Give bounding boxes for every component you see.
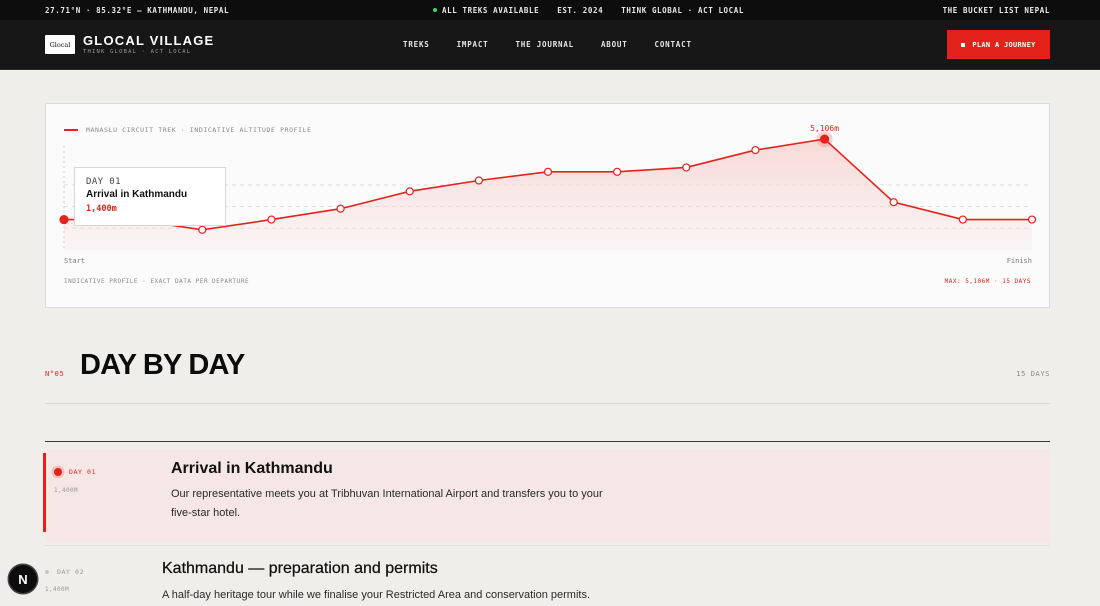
- chart-legend: MANASLU CIRCUIT TREK · INDICATIVE ALTITU…: [64, 126, 312, 134]
- chart-tooltip: DAY 01 Arrival in Kathmandu 1,400m: [74, 167, 226, 226]
- day-row-02[interactable]: DAY 02 1,400M Kathmandu — preparation an…: [45, 545, 1050, 606]
- motto-text: THINK GLOBAL · ACT LOCAL: [621, 6, 745, 15]
- day-description: A half-day heritage tour while we finali…: [162, 589, 590, 601]
- inactive-dot-icon: [45, 570, 49, 574]
- fab-label: N: [18, 571, 28, 587]
- status-dot-icon: [433, 8, 437, 12]
- day-row-01[interactable]: DAY 01 1,400M Arrival in Kathmandu Our r…: [43, 449, 1050, 542]
- chart-footnote: INDICATIVE PROFILE · EXACT DATA PER DEPA…: [64, 278, 250, 285]
- main-navigation: Glocal GLOCAL VILLAGE THINK GLOBAL · ACT…: [0, 20, 1100, 70]
- data-point: [198, 225, 207, 234]
- day-title: Kathmandu — preparation and permits: [162, 560, 438, 577]
- divider: [45, 403, 1050, 404]
- tooltip-day: DAY 01: [86, 177, 121, 187]
- selected-point: [59, 214, 69, 225]
- data-point: [405, 187, 414, 196]
- x-start-label: Start: [64, 257, 85, 265]
- section-number: N°05: [45, 370, 65, 378]
- peak-point: [819, 134, 830, 144]
- day-label: DAY 02: [45, 568, 84, 576]
- nav-link-contact[interactable]: CONTACT: [655, 40, 692, 49]
- day-number: DAY 02: [57, 568, 85, 576]
- day-altitude: 1,400M: [45, 586, 70, 593]
- data-point: [958, 215, 967, 224]
- data-point: [682, 163, 691, 172]
- data-point: [336, 204, 345, 213]
- data-point: [543, 167, 553, 176]
- day-title: Arrival in Kathmandu: [171, 460, 333, 477]
- day-number: DAY 01: [69, 468, 97, 476]
- nav-link-about[interactable]: ABOUT: [601, 40, 628, 49]
- chart-summary: MAX: 5,106M · 15 DAYS: [944, 278, 1031, 285]
- x-end-label: Finish: [1007, 257, 1032, 265]
- day-label: DAY 01: [54, 468, 96, 476]
- active-indicator-bar: [43, 453, 46, 532]
- divider-dark: [45, 441, 1050, 442]
- location-coordinates: 27.71°N · 85.32°E — KATHMANDU, NEPAL: [45, 6, 230, 15]
- nav-links: TREKS IMPACT THE JOURNAL ABOUT CONTACT: [403, 40, 692, 49]
- section-day-count: 15 DAYS: [1016, 370, 1050, 378]
- data-point: [751, 145, 760, 155]
- day-description: Our representative meets you at Tribhuva…: [171, 488, 603, 519]
- next-dev-indicator-button[interactable]: N: [9, 565, 37, 593]
- day-altitude: 1,400M: [54, 487, 79, 494]
- altitude-profile-card: 5,106m Start Finish MANASLU CIRCUIT TREK ·…: [45, 103, 1050, 308]
- established-year: EST. 2024: [557, 6, 604, 15]
- data-point: [474, 176, 483, 185]
- nav-link-treks[interactable]: TREKS: [403, 40, 430, 49]
- square-icon: [961, 42, 966, 47]
- brand-tagline: THINK GLOBAL · ACT LOCAL: [83, 49, 192, 55]
- tooltip-title: Arrival in Kathmandu: [86, 189, 188, 200]
- active-dot-icon: [54, 468, 62, 476]
- brand-name[interactable]: GLOCAL VILLAGE: [83, 33, 214, 48]
- section-title: DAY BY DAY: [80, 349, 245, 381]
- availability-status: ALL TREKS AVAILABLE: [433, 6, 539, 15]
- data-point: [889, 198, 898, 207]
- tooltip-altitude: 1,400m: [86, 204, 117, 214]
- peak-label: 5,106m: [810, 124, 839, 133]
- availability-text: ALL TREKS AVAILABLE: [442, 6, 540, 15]
- logo-text: Glocal: [49, 40, 71, 49]
- logo-icon[interactable]: Glocal: [45, 35, 75, 54]
- topbar-right-text: THE BUCKET LIST NEPAL: [942, 6, 1050, 15]
- nav-link-journal[interactable]: THE JOURNAL: [515, 40, 573, 49]
- data-point: [1027, 215, 1037, 224]
- top-info-bar: 27.71°N · 85.32°E — KATHMANDU, NEPAL ALL…: [0, 0, 1100, 20]
- topbar-status-group: ALL TREKS AVAILABLE EST. 2024 THINK GLOB…: [433, 6, 744, 15]
- nav-link-impact[interactable]: IMPACT: [457, 40, 489, 49]
- plan-journey-label: PLAN A JOURNEY: [972, 40, 1036, 49]
- legend-swatch: [64, 129, 78, 131]
- data-point: [613, 167, 622, 176]
- plan-journey-button[interactable]: PLAN A JOURNEY: [947, 30, 1050, 59]
- legend-text: MANASLU CIRCUIT TREK · INDICATIVE ALTITU…: [86, 126, 312, 134]
- data-point: [267, 215, 276, 224]
